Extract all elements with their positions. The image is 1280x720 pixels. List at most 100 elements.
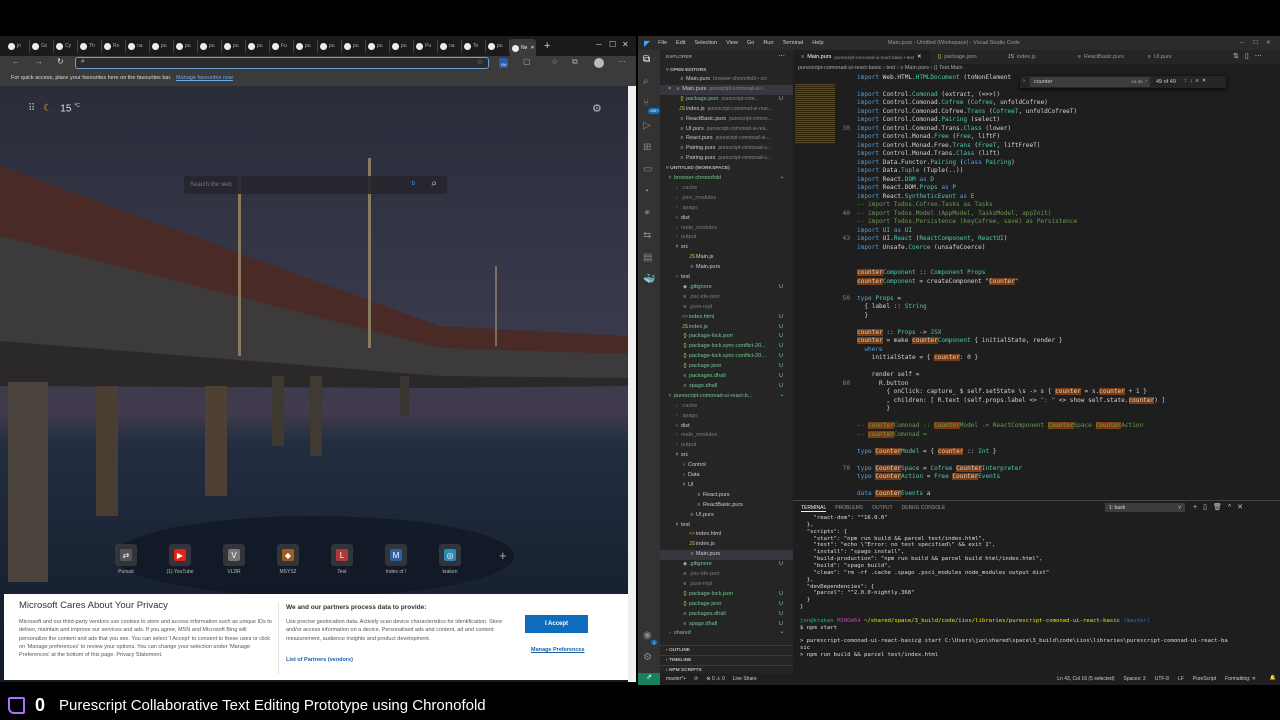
folder-item[interactable]: ˅ UI — [660, 481, 793, 491]
status-item[interactable]: LF — [1178, 676, 1184, 682]
folder-item[interactable]: › node_modules — [660, 431, 793, 441]
editor-tab[interactable]: {} package.json — [930, 50, 1000, 64]
panel-icon[interactable]: ▤ — [643, 252, 652, 263]
folder-item[interactable]: › shared • — [660, 629, 793, 639]
status-item[interactable]: UTF-8 — [1155, 676, 1169, 682]
panel-tab-output[interactable]: OUTPUT — [872, 505, 893, 511]
close-window-button[interactable]: ✕ — [1266, 40, 1271, 46]
open-editor-item[interactable]: ≡ ReactBasic.purs purescript-comon... — [660, 115, 793, 125]
page-settings-gear-icon[interactable]: ⚙ — [592, 102, 602, 115]
browser-tab[interactable]: pu — [294, 39, 318, 53]
file-item[interactable]: ≡ .psc-ide-port — [660, 570, 793, 580]
editor-tab[interactable]: JS index.js — [1000, 50, 1070, 64]
file-item[interactable]: JSindex.js U — [660, 323, 793, 333]
file-item[interactable]: {} package.json U — [660, 600, 793, 610]
status-item[interactable]: ⟳ — [694, 676, 698, 682]
bing-icon[interactable]: ᵇ — [412, 179, 415, 189]
browser-tab[interactable]: Rs — [102, 39, 126, 53]
file-item[interactable]: {} package-lock.json U — [660, 590, 793, 600]
file-item[interactable]: <>index.html — [660, 530, 793, 540]
quick-link[interactable]: ⇄ Pursuit — [106, 544, 146, 575]
menu-terminal[interactable]: Terminal — [782, 40, 803, 46]
open-editor-item[interactable]: × ≡ Main.purs purescript-comonad-ui-r... — [660, 84, 793, 95]
browser-tab[interactable]: Th — [78, 39, 102, 53]
panel-tab-terminal[interactable]: TERMINAL — [801, 505, 827, 512]
folder-item[interactable]: › output — [660, 233, 793, 243]
section-outline[interactable]: › OUTLINE — [660, 645, 793, 653]
open-editor-item[interactable]: JSindex.js purescript-comonad-ui-reac... — [660, 105, 793, 115]
collections-icon[interactable]: ⧉ — [572, 57, 578, 67]
maximize-button[interactable]: ☐ — [609, 40, 616, 49]
editor-tab[interactable]: ≡ UI.purs — [1140, 50, 1210, 64]
open-editor-item[interactable]: ≡ Main.purs browser-chronofold • src — [660, 75, 793, 85]
manage-preferences-link[interactable]: Manage Preferences — [531, 646, 585, 654]
web-search-box[interactable]: Search the web ᵇ ⌕ — [184, 176, 447, 194]
panel-actions[interactable]: +▯🗑^✕ — [1193, 503, 1249, 511]
remote-indicator-icon[interactable]: ⇗ — [638, 673, 660, 685]
git-graph-icon[interactable]: ◔ — [643, 186, 649, 197]
file-item[interactable]: ≡ .purs-repl — [660, 580, 793, 590]
close-tab-icon[interactable]: ✕ — [917, 54, 922, 60]
folder-item[interactable]: › Data — [660, 471, 793, 481]
status-item[interactable]: Formatting: ✕ — [1225, 676, 1256, 682]
browser-tab[interactable]: pu — [174, 39, 198, 53]
terminal-select[interactable]: 1: bash ˅ — [1105, 503, 1185, 512]
search-icon[interactable]: ⌕ — [643, 76, 649, 87]
folder-item[interactable]: › dist — [660, 214, 793, 224]
folder-item[interactable]: › .spago — [660, 204, 793, 214]
accept-button[interactable]: I Accept — [525, 615, 588, 633]
section-npm-scripts[interactable]: › NPM SCRIPTS — [660, 665, 793, 673]
file-item[interactable]: {} package-lock.sync-conflict-20... U — [660, 342, 793, 352]
file-item[interactable]: {} package-lock.json U — [660, 332, 793, 342]
browser-tab[interactable]: Te — [462, 39, 486, 53]
status-item[interactable]: Ln 43, Col 16 (5 selected) — [1057, 676, 1114, 682]
editor-tab[interactable]: ≡ Main.purs purescript-comonad-ui-react-ba… — [793, 50, 930, 64]
close-window-button[interactable]: ✕ — [622, 40, 629, 49]
quick-link[interactable]: L Test — [322, 544, 362, 575]
browser-tab[interactable]: pu — [486, 39, 510, 53]
file-item[interactable]: ≡ ReactBasic.purs — [660, 501, 793, 511]
file-item[interactable]: ≡ spago.dhall U — [660, 620, 793, 630]
docker-icon[interactable]: 🐳 — [643, 274, 655, 285]
favourites-icon[interactable]: ☆ — [551, 57, 558, 66]
folder-item[interactable]: ˅ src — [660, 243, 793, 253]
accounts-icon[interactable]: ◉ — [643, 630, 652, 641]
editor-actions[interactable]: ⇅▯⋯ — [1233, 52, 1268, 60]
file-item[interactable]: ≡ UI.purs — [660, 511, 793, 521]
browser-tab[interactable]: Ne ✕ — [510, 39, 536, 57]
manage-gear-icon[interactable]: ⚙ — [643, 652, 652, 663]
file-item[interactable]: JSMain.js — [660, 253, 793, 263]
extensions-icon[interactable]: ⊞ — [643, 142, 651, 153]
quick-link[interactable]: V VLDR — [214, 544, 254, 575]
close-tab-icon[interactable]: ✕ — [530, 45, 534, 51]
menu-edit[interactable]: Edit — [676, 40, 685, 46]
more-actions-icon[interactable]: ⋯ — [778, 52, 785, 60]
file-item[interactable]: ≡ packages.dhall U — [660, 372, 793, 382]
forward-icon[interactable]: → — [35, 57, 43, 66]
close-editor-icon[interactable]: × — [668, 86, 671, 92]
file-item[interactable]: ≡ Main.purs — [660, 550, 793, 561]
search-icon[interactable]: ⌕ — [431, 178, 437, 189]
status-item[interactable]: Spaces: 2 — [1124, 676, 1146, 682]
add-quick-link-button[interactable]: + — [499, 548, 507, 563]
quick-link[interactable]: ▶ (1) YouTube — [160, 544, 200, 575]
open-editor-item[interactable]: ≡ React.purs purescript-comonad-ui-... — [660, 134, 793, 144]
open-editor-item[interactable]: {} package.json purescript-com... U — [660, 95, 793, 105]
minimap[interactable] — [795, 84, 835, 144]
browser-tab[interactable]: Cy — [54, 39, 78, 53]
file-item[interactable]: {} package.json U — [660, 362, 793, 372]
folder-item[interactable]: › node_modules — [660, 224, 793, 234]
file-item[interactable]: {} package-lock.sync-conflict-20... U — [660, 352, 793, 362]
browser-tab[interactable]: pu — [222, 39, 246, 53]
profile-avatar[interactable] — [594, 58, 604, 68]
folder-item[interactable]: ˅ purescript-comonad-ui-react-b... • — [660, 392, 793, 402]
file-item[interactable]: ≡ .psc-ide-port — [660, 293, 793, 303]
status-item[interactable]: ⊗ 0 ⚠ 0 — [706, 676, 724, 682]
browser-tab[interactable]: pu — [198, 39, 222, 53]
file-item[interactable]: ≡ spago.dhall U — [660, 382, 793, 392]
source-control-icon[interactable]: ⑂ — [643, 98, 649, 109]
terminal-output[interactable]: "react-dom": "^16.0.0" }, "scripts": { "… — [800, 515, 1228, 659]
menu-view[interactable]: View — [726, 40, 738, 46]
folder-item[interactable]: ˅ test — [660, 521, 793, 531]
status-item[interactable]: PureScript — [1193, 676, 1216, 682]
